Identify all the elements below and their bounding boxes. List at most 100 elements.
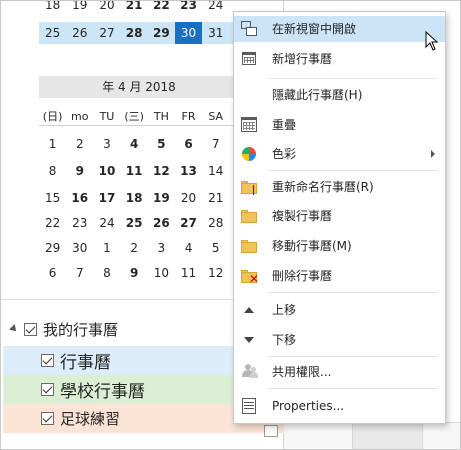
calendar-day[interactable]: 5	[148, 132, 175, 156]
menu-item-new-calendar[interactable]: 新增行事曆	[234, 46, 445, 72]
empty-icon-slot	[240, 86, 258, 104]
calendar-day[interactable]: 29	[148, 22, 175, 44]
calendar-day[interactable]: 7	[66, 261, 93, 285]
calendar-day[interactable]: 8	[93, 261, 120, 285]
calendar-day[interactable]: 21	[202, 186, 229, 210]
calendar-day[interactable]: 19	[66, 0, 93, 16]
menu-item-copy-calendar[interactable]: 複製行事曆	[234, 203, 445, 229]
calendar-day[interactable]: 16	[66, 186, 93, 210]
calendar-day[interactable]: 5	[202, 236, 229, 260]
menu-item-hide-calendar[interactable]: 隱藏此行事曆(H)	[234, 82, 445, 108]
calendar-day[interactable]: 24	[93, 211, 120, 235]
calendar-day[interactable]: 10	[148, 261, 175, 285]
menu-item-open-in-new-window[interactable]: 在新視窗中開啟	[234, 16, 445, 42]
calendar-day[interactable]: 22	[39, 211, 66, 235]
calendar-day[interactable]: 27	[93, 22, 120, 44]
weekday-label: (三)	[124, 110, 144, 123]
calendar-day[interactable]: 1	[93, 236, 120, 260]
grid-line	[352, 420, 353, 450]
menu-item-properties[interactable]: Properties...	[234, 393, 445, 419]
calendar-day[interactable]: 19	[148, 186, 175, 210]
calendar-folder-label: 行事曆	[60, 353, 111, 373]
calendar-day-today[interactable]: 30	[174, 22, 203, 44]
calendar-day[interactable]: 23	[175, 0, 202, 16]
calendar-icon	[240, 50, 258, 68]
calendar-day[interactable]: 9	[66, 159, 93, 183]
menu-item-overlay[interactable]: 重疊	[234, 112, 445, 138]
move-down-icon	[244, 337, 254, 343]
calendar-week-row: 22 23 24 25 26 27 28	[39, 211, 239, 235]
menu-separator	[268, 292, 438, 293]
calendar-day[interactable]: 28	[121, 22, 148, 44]
calendar-day[interactable]: 3	[148, 236, 175, 260]
menu-item-label: 色彩	[272, 147, 297, 161]
copy-folder-icon	[240, 207, 258, 225]
scroll-square-icon[interactable]	[264, 425, 278, 437]
calendar-week-row: 29 30 1 2 3 4 5	[39, 236, 239, 260]
folder-group-label: 我的行事曆	[43, 320, 119, 339]
menu-item-label: 複製行事曆	[272, 209, 333, 223]
calendar-day[interactable]: 4	[175, 236, 202, 260]
calendar-day[interactable]: 18	[39, 0, 66, 16]
calendar-day[interactable]: 29	[39, 236, 66, 260]
calendar-day[interactable]: 8	[39, 159, 66, 183]
calendar-week-row: 8 9 10 11 12 13 14	[39, 159, 239, 183]
menu-item-move-down[interactable]: 下移	[234, 327, 445, 353]
menu-item-sharing-permissions[interactable]: 共用權限...	[234, 359, 445, 385]
collapse-triangle-icon[interactable]	[9, 324, 19, 334]
calendar-checkbox[interactable]	[41, 412, 54, 425]
calendar-day[interactable]: 14	[202, 159, 229, 183]
calendar-day[interactable]: 25	[39, 22, 66, 44]
folder-group-my-calendars[interactable]: 我的行事曆	[9, 318, 119, 340]
menu-separator	[268, 170, 438, 171]
calendar-week-row-selected: 25 26 27 28 29 30 31	[39, 22, 239, 44]
calendar-day[interactable]: 30	[66, 236, 93, 260]
menu-item-rename-calendar[interactable]: 重新命名行事曆(R)	[234, 174, 445, 200]
calendar-day[interactable]: 2	[66, 132, 93, 156]
calendar-day[interactable]: 20	[93, 0, 120, 16]
menu-item-delete-calendar[interactable]: ✕ 刪除行事曆	[234, 263, 445, 289]
calendar-day[interactable]: 17	[93, 186, 120, 210]
calendar-day[interactable]: 12	[148, 159, 175, 183]
calendar-day[interactable]: 6	[39, 261, 66, 285]
calendar-day[interactable]: 26	[148, 211, 175, 235]
weekday-label: TU	[99, 110, 115, 123]
menu-item-label: 新增行事曆	[272, 52, 333, 66]
calendar-day[interactable]: 12	[202, 261, 229, 285]
calendar-day[interactable]: 26	[66, 22, 93, 44]
calendar-day[interactable]: 4	[121, 132, 148, 156]
calendar-day[interactable]: 31	[202, 22, 229, 44]
menu-item-color[interactable]: 色彩	[234, 141, 445, 167]
calendar-day[interactable]: 18	[121, 186, 148, 210]
calendar-day[interactable]: 1	[39, 132, 66, 156]
calendar-day[interactable]: 6	[175, 132, 202, 156]
calendar-day[interactable]: 2	[121, 236, 148, 260]
calendar-day[interactable]: 24	[202, 0, 229, 16]
calendar-day[interactable]: 27	[175, 211, 202, 235]
calendar-week-row: 1 2 3 4 5 6 7	[39, 132, 239, 156]
move-up-icon	[244, 307, 254, 313]
calendar-day[interactable]: 10	[93, 159, 120, 183]
calendar-day[interactable]: 28	[202, 211, 229, 235]
calendar-day[interactable]: 11	[175, 261, 202, 285]
calendar-week-row: 15 16 17 18 19 20 21	[39, 186, 239, 210]
group-checkbox[interactable]	[24, 322, 37, 336]
calendar-day[interactable]: 15	[39, 186, 66, 210]
calendar-checkbox[interactable]	[41, 383, 54, 396]
calendar-day[interactable]: 13	[175, 159, 202, 183]
weekday-label: mo	[71, 110, 89, 123]
menu-item-label: 重新命名行事曆(R)	[272, 180, 374, 194]
weekday-label: (日)	[42, 110, 63, 123]
calendar-day[interactable]: 25	[121, 211, 148, 235]
calendar-day[interactable]: 11	[121, 159, 148, 183]
calendar-checkbox[interactable]	[41, 354, 54, 367]
calendar-day[interactable]: 21	[121, 0, 148, 16]
calendar-day[interactable]: 9	[121, 261, 148, 285]
calendar-day[interactable]: 3	[93, 132, 120, 156]
menu-item-move-calendar[interactable]: 移動行事曆(M)	[234, 233, 445, 259]
calendar-day[interactable]: 23	[66, 211, 93, 235]
calendar-day[interactable]: 22	[148, 0, 175, 16]
calendar-day[interactable]: 20	[175, 186, 202, 210]
menu-item-move-up[interactable]: 上移	[234, 297, 445, 323]
calendar-day[interactable]: 7	[202, 132, 229, 156]
